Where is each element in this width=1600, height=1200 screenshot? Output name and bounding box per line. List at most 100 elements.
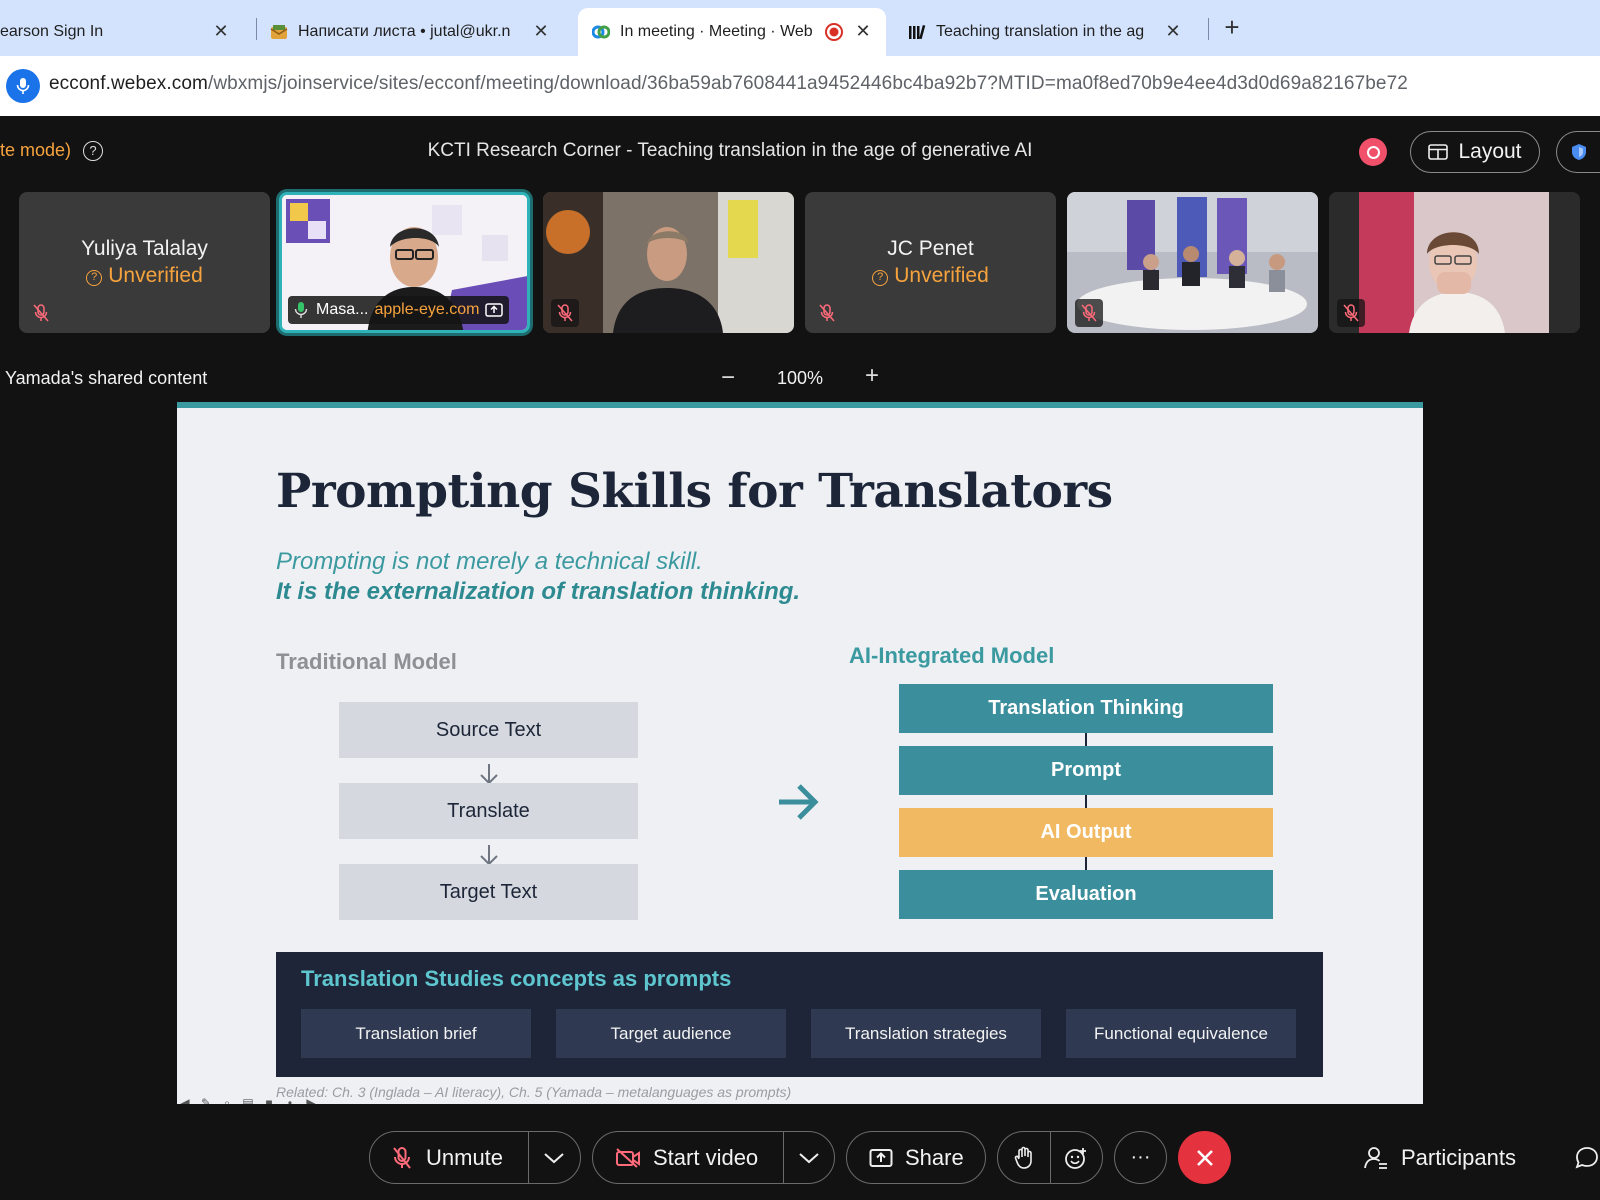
close-icon[interactable]: ✕ <box>852 20 874 42</box>
status-label: Unverified <box>894 264 989 287</box>
unmute-button[interactable]: Unmute <box>370 1132 528 1183</box>
traditional-step: Target Text <box>339 864 638 920</box>
participant-status: ? Unverified <box>805 264 1056 288</box>
zoom-icon[interactable]: ⌕ <box>219 1095 235 1104</box>
end-call-button[interactable] <box>1178 1131 1231 1184</box>
tab-ukr-net-mail[interactable]: Написати листа • jutal@ukr.n ✕ <box>262 8 572 56</box>
slide-subtitle-emphasis: It is the externalization of translation… <box>276 578 801 605</box>
mic-muted-icon <box>1337 299 1365 327</box>
participant-tile[interactable] <box>1067 192 1318 333</box>
captions-icon[interactable]: ▤ <box>240 1095 256 1104</box>
raise-hand-button[interactable] <box>998 1132 1050 1183</box>
video-icon[interactable]: ■ <box>261 1095 277 1104</box>
audio-control-group: Unmute <box>369 1131 581 1184</box>
annotation-toolbar: ◀ ✎ ⌕ ▤ ■ • ▶ <box>177 1094 324 1104</box>
reactions-button[interactable] <box>1050 1132 1102 1183</box>
security-button[interactable] <box>1556 131 1600 173</box>
participants-button[interactable]: Participants <box>1363 1145 1516 1171</box>
more-options-button[interactable]: ··· <box>1114 1131 1167 1184</box>
participant-name: Masa... <box>316 301 369 318</box>
connector <box>1085 857 1087 870</box>
mode-indicator[interactable]: te mode) <box>0 140 71 161</box>
back-icon[interactable]: ◀ <box>177 1095 193 1104</box>
forward-icon[interactable]: ▶ <box>303 1095 319 1104</box>
traditional-step: Source Text <box>339 702 638 758</box>
shield-icon <box>1572 144 1586 160</box>
participant-tile-active-speaker[interactable]: Masa... apple-eye.com <box>279 192 530 333</box>
participant-name: JC Penet <box>887 237 974 260</box>
unverified-icon: ? <box>872 270 889 286</box>
mic-muted-icon <box>813 299 841 327</box>
close-icon[interactable]: ✕ <box>1162 20 1184 42</box>
mic-muted-icon <box>393 1146 411 1169</box>
connector <box>1085 795 1087 808</box>
chat-button[interactable] <box>1575 1145 1600 1176</box>
pen-icon[interactable]: ✎ <box>198 1095 214 1104</box>
close-icon[interactable]: ✕ <box>530 20 552 42</box>
traditional-step: Translate <box>339 783 638 839</box>
tab-label: In meeting · Meeting · Web <box>620 23 813 40</box>
slide-subtitle: Prompting is not merely a technical skil… <box>276 548 703 575</box>
mail-favicon-icon <box>270 25 288 39</box>
new-tab-button[interactable]: + <box>1218 14 1246 42</box>
ai-model-title: AI-Integrated Model <box>849 643 1055 668</box>
participant-video <box>1067 192 1318 333</box>
reactions-group <box>997 1131 1103 1184</box>
tab-teaching-translation[interactable]: Teaching translation in the ag ✕ <box>896 8 1206 56</box>
related-note: Related: Ch. 3 (Inglada – AI literacy), … <box>276 1084 792 1100</box>
layout-icon <box>1428 144 1449 160</box>
share-label: Share <box>905 1144 964 1170</box>
layout-label: Layout <box>1458 140 1522 163</box>
tab-webex-meeting[interactable]: In meeting · Meeting · Web ✕ <box>578 8 886 56</box>
record-icon <box>825 23 843 41</box>
participant-tile[interactable] <box>1329 192 1580 333</box>
participant-tile[interactable] <box>543 192 794 333</box>
voice-search-button[interactable] <box>6 69 40 103</box>
concepts-title: Translation Studies concepts as prompts <box>301 966 732 991</box>
status-label: Unverified <box>108 264 203 287</box>
unverified-icon: ? <box>86 270 103 286</box>
layout-button[interactable]: Layout <box>1410 131 1540 173</box>
zoom-in-button[interactable]: + <box>862 362 882 390</box>
ai-step: Prompt <box>899 746 1273 795</box>
audio-options-button[interactable] <box>529 1132 579 1183</box>
unmute-label: Unmute <box>426 1144 504 1170</box>
tab-pearson-sign-in[interactable]: earson Sign In ✕ <box>0 8 252 56</box>
participants-label: Participants <box>1401 1145 1516 1170</box>
participant-video <box>1329 192 1580 333</box>
zoom-out-button[interactable]: − <box>718 364 738 392</box>
more-icon[interactable]: • <box>282 1095 298 1104</box>
ai-step-highlight: AI Output <box>899 808 1273 857</box>
start-video-button[interactable]: Start video <box>593 1132 783 1183</box>
mic-icon <box>16 78 30 94</box>
mic-muted-icon <box>27 299 55 327</box>
help-icon[interactable]: ? <box>83 141 103 161</box>
close-icon[interactable]: ✕ <box>210 20 232 42</box>
video-options-button[interactable] <box>784 1132 834 1183</box>
chat-icon <box>1575 1147 1598 1169</box>
raise-hand-icon <box>1014 1146 1032 1169</box>
url-field[interactable]: ecconf.webex.com/wbxmjs/joinservice/site… <box>49 73 1408 95</box>
share-screen-icon <box>485 303 504 317</box>
video-control-group: Start video <box>592 1131 835 1184</box>
participant-tile[interactable]: JC Penet ? Unverified <box>805 192 1056 333</box>
share-button[interactable]: Share <box>846 1131 986 1184</box>
zoom-level: 100% <box>776 368 824 388</box>
ai-step: Evaluation <box>899 870 1273 919</box>
participant-video <box>543 192 794 333</box>
shared-content-label: Yamada's shared content <box>5 368 208 388</box>
end-call-icon <box>1196 1149 1213 1166</box>
share-segment: Share <box>847 1132 982 1183</box>
traditional-model-title: Traditional Model <box>276 649 457 674</box>
participant-tile[interactable]: Yuliya Talalay ? Unverified <box>19 192 270 333</box>
tab-label: Написати листа • jutal@ukr.n <box>298 23 511 40</box>
url-path: /wbxmjs/joinservice/sites/ecconf/meeting… <box>207 73 1408 94</box>
tab-label: Teaching translation in the ag <box>936 23 1145 40</box>
video-off-icon <box>616 1147 640 1168</box>
concept-chip: Functional equivalence <box>1066 1009 1296 1058</box>
tab-separator <box>256 18 257 40</box>
concepts-panel: Translation Studies concepts as prompts … <box>276 952 1323 1077</box>
recording-indicator[interactable] <box>1359 138 1387 166</box>
mic-muted-icon <box>551 299 579 327</box>
participant-host: apple-eye.com <box>374 301 480 318</box>
